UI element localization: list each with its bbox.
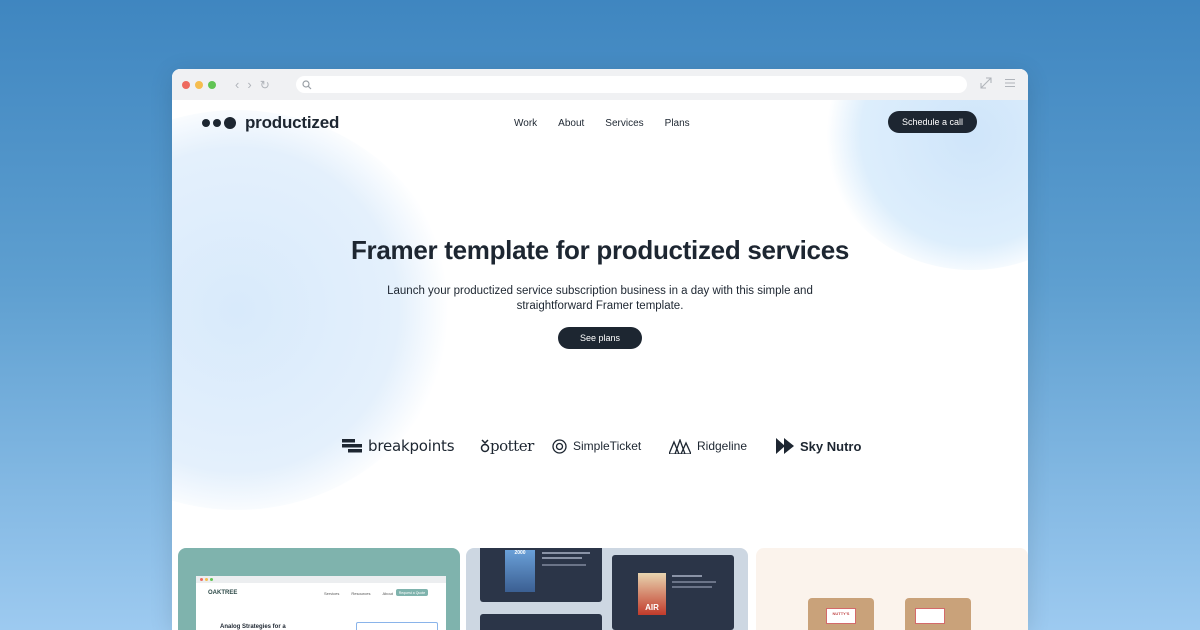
hero-subtitle-line: straightforward Framer template. [516,300,684,312]
mini-dot [210,578,213,581]
text-line [672,575,702,577]
showcase-card-oaktree[interactable]: OAKTREE Services Resources About Request… [178,548,460,630]
hero-subtitle-line: Launch your productized service subscrip… [387,285,813,297]
potter-logo-icon [480,439,490,453]
menu-icon[interactable] [1004,77,1016,89]
oaktree-hero-image [356,622,438,630]
oaktree-nav-link: Resources [351,591,371,596]
search-icon [302,79,312,89]
logo-dot-icon [224,117,236,129]
text-line [672,586,712,588]
coffee-label-blank [915,608,945,624]
minimize-window-dot[interactable] [195,80,203,89]
nav-link-work[interactable]: Work [514,118,537,129]
oaktree-brand: OAKTREE [208,590,238,596]
client-logo-potter: potter [480,435,534,457]
main-nav: Work About Services Plans [514,118,690,129]
mini-browser-bar [196,576,446,583]
nav-link-about[interactable]: About [558,118,584,129]
breakpoints-logo-icon [342,439,362,453]
movie-screen-2: AIR [612,555,734,630]
nav-link-services[interactable]: Services [605,118,643,129]
skynutro-logo-icon [776,438,794,454]
coffee-bag [905,598,971,630]
ridgeline-logo-icon [669,438,691,454]
forward-icon[interactable]: › [247,78,251,91]
movie-screen-3 [480,614,602,630]
movie-screen-1: 2000 [480,548,602,602]
browser-toolbar: ‹ › ↻ [172,69,1028,100]
maximize-window-dot[interactable] [208,80,216,89]
page-content: productized Work About Services Plans Sc… [172,100,1028,630]
schedule-call-button[interactable]: Schedule a call [888,111,977,133]
client-name: SimpleTicket [573,439,642,453]
coffee-label: NUTTY'S [826,608,856,624]
mini-dot [200,578,203,581]
nav-link-plans[interactable]: Plans [665,118,690,129]
client-logo-skynutro: Sky Nutro [776,435,861,457]
text-line [542,564,586,566]
hero-subtitle: Launch your productized service subscrip… [362,284,838,314]
simpleticket-logo-icon [552,438,567,454]
logo-dot-icon [202,119,210,127]
site-logo[interactable]: productized [202,113,339,133]
client-logo-simpleticket: SimpleTicket [552,435,641,457]
mini-dot [205,578,208,581]
reload-icon[interactable]: ↻ [260,79,270,91]
browser-window: ‹ › ↻ productized Work About Services Pl… [172,69,1028,630]
oaktree-headline: Analog Strategies for a [220,624,286,630]
client-logos: breakpoints potter SimpleTicket Ridgelin… [172,435,1028,457]
hero-title: Framer template for productized services [350,235,850,265]
oaktree-nav-link: About [382,591,393,596]
logo-text: productized [245,113,340,132]
coffee-bag: NUTTY'S [808,598,874,630]
text-line [672,581,716,583]
logo-dot-icon [213,119,221,127]
close-window-dot[interactable] [182,80,190,89]
showcase-card-movies[interactable]: 2000 AIR [466,548,748,630]
movie-poster: 2000 [505,550,535,592]
client-name: Sky Nutro [800,438,862,454]
text-line [542,552,590,554]
expand-icon[interactable] [980,77,992,89]
client-logo-ridgeline: Ridgeline [669,435,747,457]
poster-badge: 2000 [514,550,526,556]
mini-browser: OAKTREE Services Resources About Request… [196,576,446,630]
client-name: potter [490,437,534,455]
client-name: breakpoints [368,437,455,455]
oaktree-nav: Services Resources About [324,591,393,596]
poster-title: AIR [645,603,659,612]
see-plans-button[interactable]: See plans [558,327,642,349]
back-icon[interactable]: ‹ [235,78,239,91]
address-bar[interactable] [296,76,967,93]
client-logo-breakpoints: breakpoints [342,435,455,457]
oaktree-nav-link: Services [324,591,340,596]
oaktree-quote-button: Request a Quote [396,589,428,596]
text-line [542,557,582,559]
air-poster: AIR [638,573,666,615]
client-name: Ridgeline [697,439,748,453]
showcase-card-coffee[interactable]: NUTTY'S [756,548,1028,630]
